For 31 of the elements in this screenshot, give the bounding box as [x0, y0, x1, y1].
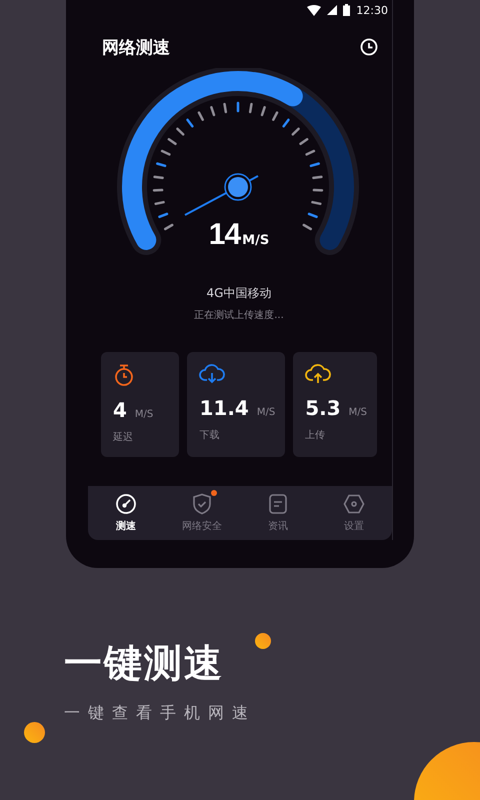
nav-tab[interactable]: 设置 — [316, 486, 392, 540]
stat-value: 5.3 — [305, 396, 341, 420]
speed-value: 14 — [208, 218, 240, 252]
nav-tab[interactable]: 网络安全 — [164, 486, 240, 540]
stat-label: 上传 — [305, 428, 326, 442]
shield-check-icon — [191, 493, 213, 515]
settings-icon — [343, 493, 365, 515]
accent-circle — [24, 722, 45, 743]
promo-title: 一键测速 — [64, 640, 225, 687]
status-time: 12:30 — [356, 4, 388, 16]
network-name: 4G中国移动 — [206, 285, 272, 302]
battery-icon — [343, 4, 350, 16]
stat-label: 延迟 — [113, 431, 133, 444]
stat-value: 11.4 — [199, 396, 249, 420]
stat-value: 4 — [113, 398, 127, 422]
document-icon — [267, 493, 289, 515]
speedometer-icon — [115, 493, 137, 515]
stat-unit: M/S — [256, 407, 276, 418]
stat-unit: M/S — [134, 409, 154, 420]
wifi-icon — [307, 4, 322, 16]
nav-tab[interactable]: 测速 — [88, 486, 164, 540]
speed-unit: M/S — [242, 233, 270, 248]
stat-label: 下载 — [199, 428, 220, 442]
clock-icon[interactable] — [360, 38, 378, 56]
promo-subtitle: 一键查看手机网速 — [64, 703, 256, 724]
test-status: 正在测试上传速度... — [193, 308, 285, 322]
signal-icon — [327, 5, 338, 15]
nav-tab[interactable]: 资讯 — [240, 486, 316, 540]
app-title: 网络测速 — [102, 36, 170, 58]
accent-circle — [255, 633, 271, 649]
stat-unit: M/S — [348, 407, 367, 418]
